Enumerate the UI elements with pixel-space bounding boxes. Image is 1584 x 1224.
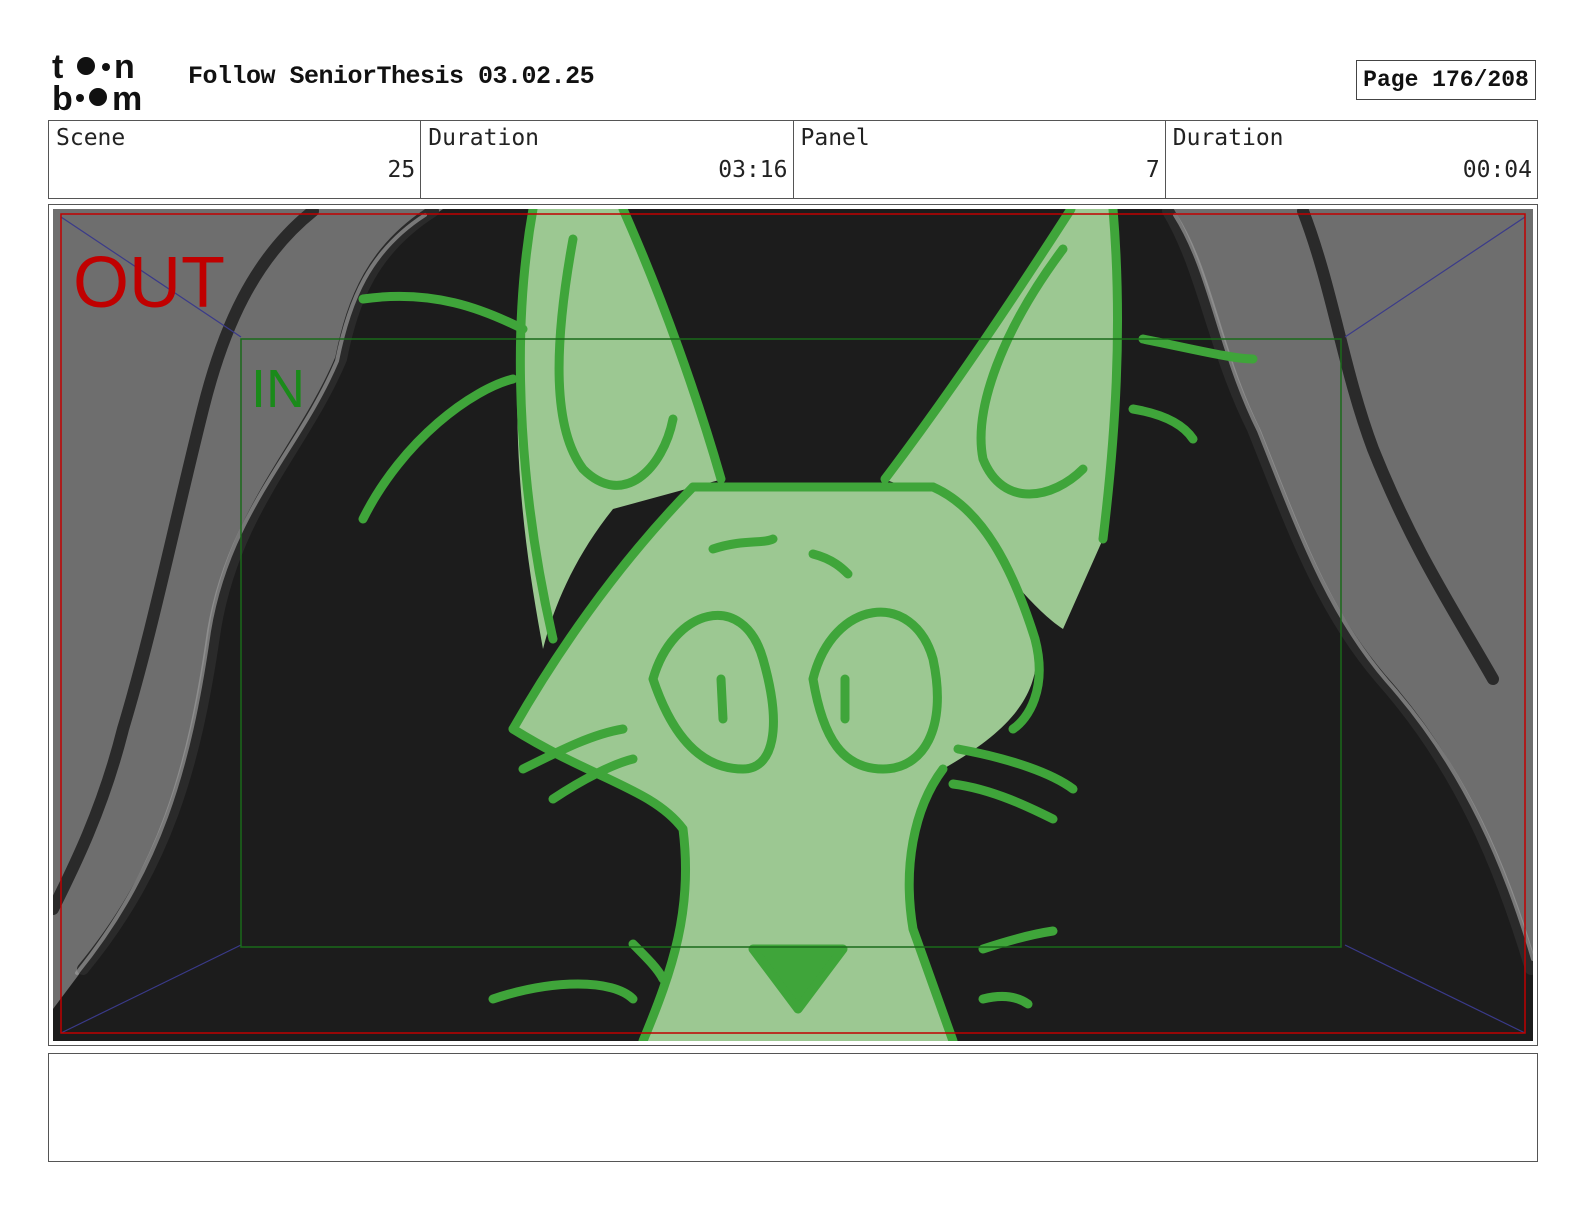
- panel-cell: Panel 7: [794, 121, 1166, 198]
- panel-duration-label: Duration: [1172, 125, 1284, 151]
- panel-duration-value: 00:04: [1462, 157, 1532, 183]
- scene-label: Scene: [56, 125, 126, 151]
- out-label: OUT: [73, 243, 225, 323]
- panel-value: 7: [1145, 157, 1160, 183]
- svg-text:m: m: [112, 80, 142, 112]
- panel-caption-box: [48, 1053, 1538, 1162]
- storyboard-panel-frame: OUT IN: [48, 204, 1538, 1046]
- svg-text:b: b: [52, 80, 73, 112]
- panel-info-row: Scene 25 Duration 03:16 Panel 7 Duration…: [48, 120, 1538, 199]
- document-title: Follow SeniorThesis 03.02.25: [188, 62, 595, 91]
- panel-duration-cell: Duration 00:04: [1166, 121, 1537, 198]
- scene-cell: Scene 25: [49, 121, 422, 198]
- scene-duration-value: 03:16: [718, 157, 788, 183]
- scene-duration-label: Duration: [428, 125, 540, 151]
- toonboom-logo: t n b m: [52, 52, 142, 112]
- in-label: IN: [251, 359, 305, 419]
- panel-label: Panel: [800, 125, 870, 151]
- scene-duration-cell: Duration 03:16: [421, 121, 794, 198]
- page-number: Page 176/208: [1356, 60, 1536, 100]
- scene-value: 25: [387, 157, 416, 183]
- storyboard-drawing: OUT IN: [53, 209, 1533, 1041]
